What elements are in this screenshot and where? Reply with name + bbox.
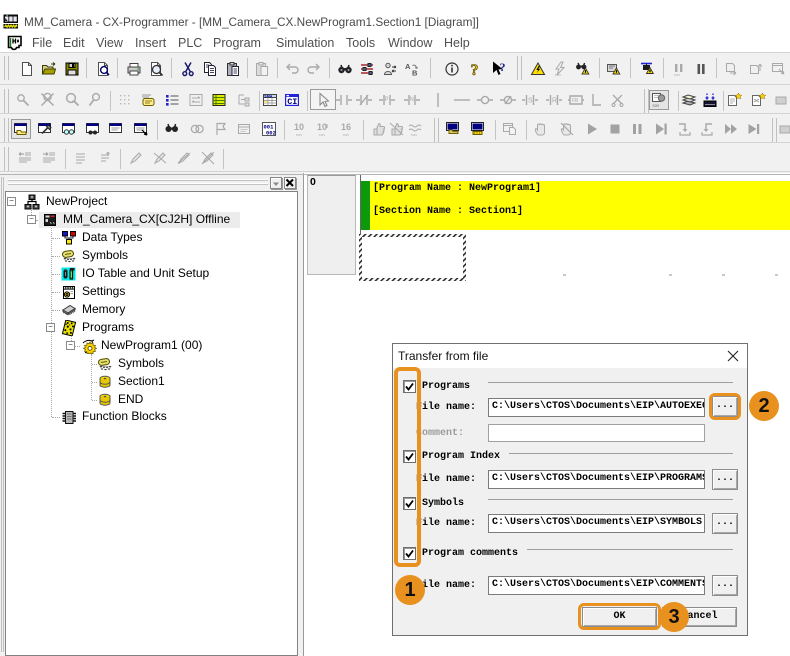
svg-text:10: 10 bbox=[294, 122, 304, 132]
svg-text:?: ? bbox=[471, 62, 479, 77]
svg-text:002: 002 bbox=[266, 130, 276, 137]
svg-text:A: A bbox=[405, 62, 411, 71]
svg-text:B: B bbox=[412, 69, 418, 78]
svg-text:FB: FB bbox=[572, 98, 579, 104]
svg-text:ron: ron bbox=[555, 72, 561, 77]
svg-text:ron: ron bbox=[343, 132, 349, 137]
svg-text:P: P bbox=[385, 97, 389, 103]
svg-text:SMA: SMA bbox=[264, 94, 272, 98]
svg-text:ron: ron bbox=[674, 72, 680, 77]
svg-text:CI: CI bbox=[287, 97, 297, 107]
svg-text:ron: ron bbox=[319, 132, 325, 137]
svg-text:16: 16 bbox=[341, 122, 351, 132]
svg-text:ron: ron bbox=[411, 132, 417, 137]
svg-text:S: S bbox=[528, 98, 533, 105]
svg-text:ron: ron bbox=[653, 103, 660, 108]
svg-text:10: 10 bbox=[317, 122, 327, 132]
svg-text:?: ? bbox=[500, 61, 506, 74]
svg-text:R: R bbox=[552, 98, 557, 105]
svg-text:ron: ron bbox=[296, 132, 302, 137]
svg-text:N: N bbox=[410, 97, 414, 103]
